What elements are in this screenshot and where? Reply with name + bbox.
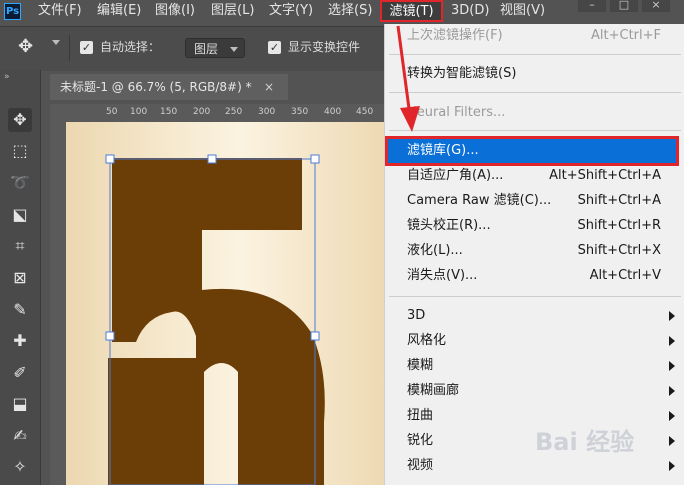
ruler-tick: 200 <box>193 107 211 117</box>
vertical-ruler <box>50 122 67 485</box>
watermark-logo: Bai 经验 <box>535 428 635 456</box>
eyedropper-tool-icon[interactable]: ✎ <box>8 298 32 322</box>
submenu-arrow-icon <box>669 461 675 471</box>
menu-file[interactable]: 文件(F) <box>38 0 82 24</box>
close-tab-icon[interactable]: × <box>264 74 274 100</box>
submenu-arrow-icon <box>669 436 675 446</box>
show-transform-label: 显示变换控件 <box>288 40 361 54</box>
menu-edit[interactable]: 编辑(E) <box>97 0 141 24</box>
ruler-tick: 50 <box>106 107 118 117</box>
ruler-tick: 350 <box>291 107 309 117</box>
photoshop-logo: Ps <box>4 3 21 20</box>
submenu-stylize[interactable]: 风格化 <box>407 330 446 352</box>
submenu-arrow-icon <box>669 311 675 321</box>
menu-select[interactable]: 选择(S) <box>328 0 372 24</box>
ruler-tick: 400 <box>324 107 342 117</box>
submenu-arrow-icon <box>669 361 675 371</box>
shortcut-vanishing-point: Alt+Ctrl+V <box>589 268 661 283</box>
frame-tool-icon[interactable]: ⊠ <box>8 266 32 290</box>
transform-handle <box>105 154 115 164</box>
eraser-tool-icon[interactable]: ✧ <box>8 455 32 479</box>
menu-item-filter-gallery[interactable]: 滤镜库(G)... <box>385 136 679 166</box>
shortcut-liquify: Shift+Ctrl+X <box>577 243 661 258</box>
ruler-tick: 300 <box>258 107 276 117</box>
digit-five-shape <box>108 158 325 485</box>
transform-handle <box>105 331 115 341</box>
auto-select-dropdown[interactable]: 图层 <box>185 38 245 58</box>
maximize-icon[interactable]: □ <box>610 0 638 12</box>
menu-item-camera-raw[interactable]: Camera Raw 滤镜(C)... <box>407 190 551 212</box>
healing-brush-tool-icon[interactable]: ✚ <box>8 329 32 353</box>
transform-handle <box>207 154 217 164</box>
annotation-arrow <box>396 25 420 132</box>
tools-panel: » ✥ ⬚ ➰ ⬕ ⌗ ⊠ ✎ ✚ ✐ ⬓ ✍ ✧ <box>0 70 41 485</box>
menu-view[interactable]: 视图(V) <box>500 0 545 24</box>
document-tab-title: 未标题-1 @ 66.7% (5, RGB/8#) * <box>60 80 252 94</box>
marquee-tool-icon[interactable]: ⬚ <box>8 139 32 163</box>
shortcut-lens-correction: Shift+Ctrl+R <box>577 218 662 233</box>
document-canvas[interactable] <box>66 122 384 485</box>
auto-select-checkbox[interactable]: ✓ <box>80 41 93 54</box>
submenu-arrow-icon <box>669 386 675 396</box>
transform-handle <box>310 154 320 164</box>
history-brush-tool-icon[interactable]: ✍ <box>8 424 32 448</box>
horizontal-ruler: 50 100 150 200 250 300 350 400 450 <box>50 104 384 123</box>
chevron-down-icon[interactable] <box>52 40 60 45</box>
ruler-tick: 100 <box>130 107 148 117</box>
ruler-tick: 150 <box>160 107 178 117</box>
menu-item-liquify[interactable]: 液化(L)... <box>407 240 463 262</box>
transform-handle <box>310 331 320 341</box>
menu-layer[interactable]: 图层(L) <box>211 0 254 24</box>
submenu-arrow-icon <box>669 411 675 421</box>
menu-separator <box>389 296 681 297</box>
shortcut-last-filter: Alt+Ctrl+F <box>591 28 661 43</box>
close-window-icon[interactable]: × <box>642 0 670 12</box>
menu-3d[interactable]: 3D(D) <box>451 0 489 24</box>
menu-type[interactable]: 文字(Y) <box>269 0 313 24</box>
object-selection-tool-icon[interactable]: ⬕ <box>8 203 32 227</box>
submenu-distort[interactable]: 扭曲 <box>407 405 433 427</box>
canvas-artwork <box>105 154 325 485</box>
submenu-sharpen[interactable]: 锐化 <box>407 430 433 452</box>
minimize-icon[interactable]: – <box>578 0 606 12</box>
menu-item-adaptive-wide-angle[interactable]: 自适应广角(A)... <box>407 165 503 187</box>
stamp-tool-icon[interactable]: ⬓ <box>8 392 32 416</box>
lasso-tool-icon[interactable]: ➰ <box>8 171 32 195</box>
menu-filter[interactable]: 滤镜(T) <box>380 0 443 22</box>
chevron-down-icon <box>230 47 238 52</box>
menu-separator <box>389 54 681 55</box>
divider <box>69 35 70 61</box>
move-tool-icon[interactable]: ✥ <box>8 108 32 132</box>
ruler-tick: 450 <box>356 107 374 117</box>
menu-separator <box>389 130 681 131</box>
ruler-tick: 250 <box>225 107 243 117</box>
menu-item-lens-correction[interactable]: 镜头校正(R)... <box>407 215 491 237</box>
move-icon[interactable]: ✥ <box>18 37 33 57</box>
brush-tool-icon[interactable]: ✐ <box>8 361 32 385</box>
submenu-blur[interactable]: 模糊 <box>407 355 433 377</box>
shortcut-adaptive-wide-angle: Alt+Shift+Ctrl+A <box>549 168 661 183</box>
submenu-arrow-icon <box>669 336 675 346</box>
submenu-blur-gallery[interactable]: 模糊画廊 <box>407 380 459 402</box>
auto-select-value: 图层 <box>194 42 219 56</box>
show-transform-checkbox[interactable]: ✓ <box>268 41 281 54</box>
menu-item-vanishing-point[interactable]: 消失点(V)... <box>407 265 477 287</box>
shortcut-camera-raw: Shift+Ctrl+A <box>577 193 661 208</box>
crop-tool-icon[interactable]: ⌗ <box>8 234 32 258</box>
submenu-3d[interactable]: 3D <box>407 305 425 327</box>
auto-select-label: 自动选择： <box>100 40 161 54</box>
menu-image[interactable]: 图像(I) <box>155 0 195 24</box>
menu-separator <box>389 92 681 93</box>
document-tab[interactable]: 未标题-1 @ 66.7% (5, RGB/8#) * × <box>50 74 288 100</box>
collapse-icon[interactable]: » <box>4 72 10 82</box>
menu-item-filter-gallery-label: 滤镜库(G)... <box>407 143 479 158</box>
submenu-video[interactable]: 视频 <box>407 455 433 477</box>
menubar: Ps 文件(F) 编辑(E) 图像(I) 图层(L) 文字(Y) 选择(S) 滤… <box>0 0 684 24</box>
